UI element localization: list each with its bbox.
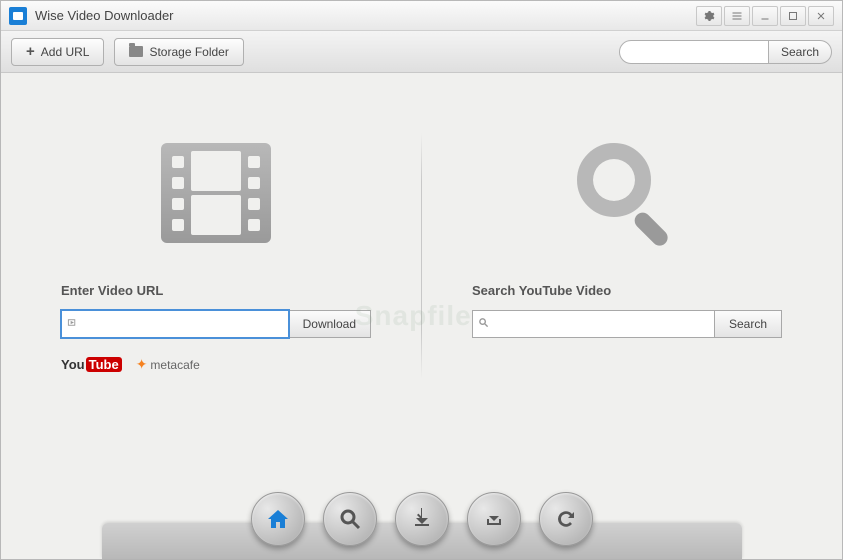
toolbar-search: Search <box>619 40 832 64</box>
search-input-row: Search <box>472 310 782 338</box>
storage-folder-label: Storage Folder <box>149 45 228 59</box>
dock-refresh-button[interactable] <box>539 492 593 546</box>
toolbar: + Add URL Storage Folder Search <box>1 31 842 73</box>
youtube-logo: YouTube <box>61 357 122 372</box>
app-window: Wise Video Downloader + Add URL <box>0 0 843 560</box>
metacafe-icon: ✦ <box>136 356 148 373</box>
metacafe-logo: ✦ metacafe <box>136 356 200 373</box>
menu-icon[interactable] <box>724 6 750 26</box>
search-panel: Search YouTube Video Search <box>422 113 832 459</box>
app-title: Wise Video Downloader <box>35 8 696 23</box>
toolbar-search-button[interactable]: Search <box>769 40 832 64</box>
url-input-row: Download <box>61 310 371 338</box>
add-url-label: Add URL <box>41 45 90 59</box>
video-icon <box>67 317 78 331</box>
search-panel-heading: Search YouTube Video <box>472 283 611 298</box>
dock-download-button[interactable] <box>395 492 449 546</box>
window-controls <box>696 6 834 26</box>
dock-download-folder-button[interactable] <box>467 492 521 546</box>
settings-icon[interactable] <box>696 6 722 26</box>
providers: YouTube ✦ metacafe <box>61 356 200 373</box>
main-area: Snapfiles Enter <box>1 73 842 559</box>
titlebar: Wise Video Downloader <box>1 1 842 31</box>
minimize-button[interactable] <box>752 6 778 26</box>
url-panel: Enter Video URL Download YouTube <box>11 113 421 459</box>
film-icon <box>156 133 276 253</box>
video-url-input[interactable] <box>61 310 289 338</box>
download-button[interactable]: Download <box>289 310 371 338</box>
folder-icon <box>129 46 143 57</box>
plus-icon: + <box>26 43 35 60</box>
search-button[interactable]: Search <box>715 310 782 338</box>
magnifier-icon <box>567 133 687 253</box>
panels: Enter Video URL Download YouTube <box>11 113 832 459</box>
search-icon <box>478 317 489 331</box>
youtube-search-input[interactable] <box>472 310 715 338</box>
dock-home-button[interactable] <box>251 492 305 546</box>
dock <box>102 479 742 559</box>
storage-folder-button[interactable]: Storage Folder <box>114 38 243 66</box>
add-url-button[interactable]: + Add URL <box>11 38 104 66</box>
app-icon <box>9 7 27 25</box>
url-panel-heading: Enter Video URL <box>61 283 163 298</box>
maximize-button[interactable] <box>780 6 806 26</box>
close-button[interactable] <box>808 6 834 26</box>
dock-search-button[interactable] <box>323 492 377 546</box>
toolbar-search-input[interactable] <box>619 40 769 64</box>
